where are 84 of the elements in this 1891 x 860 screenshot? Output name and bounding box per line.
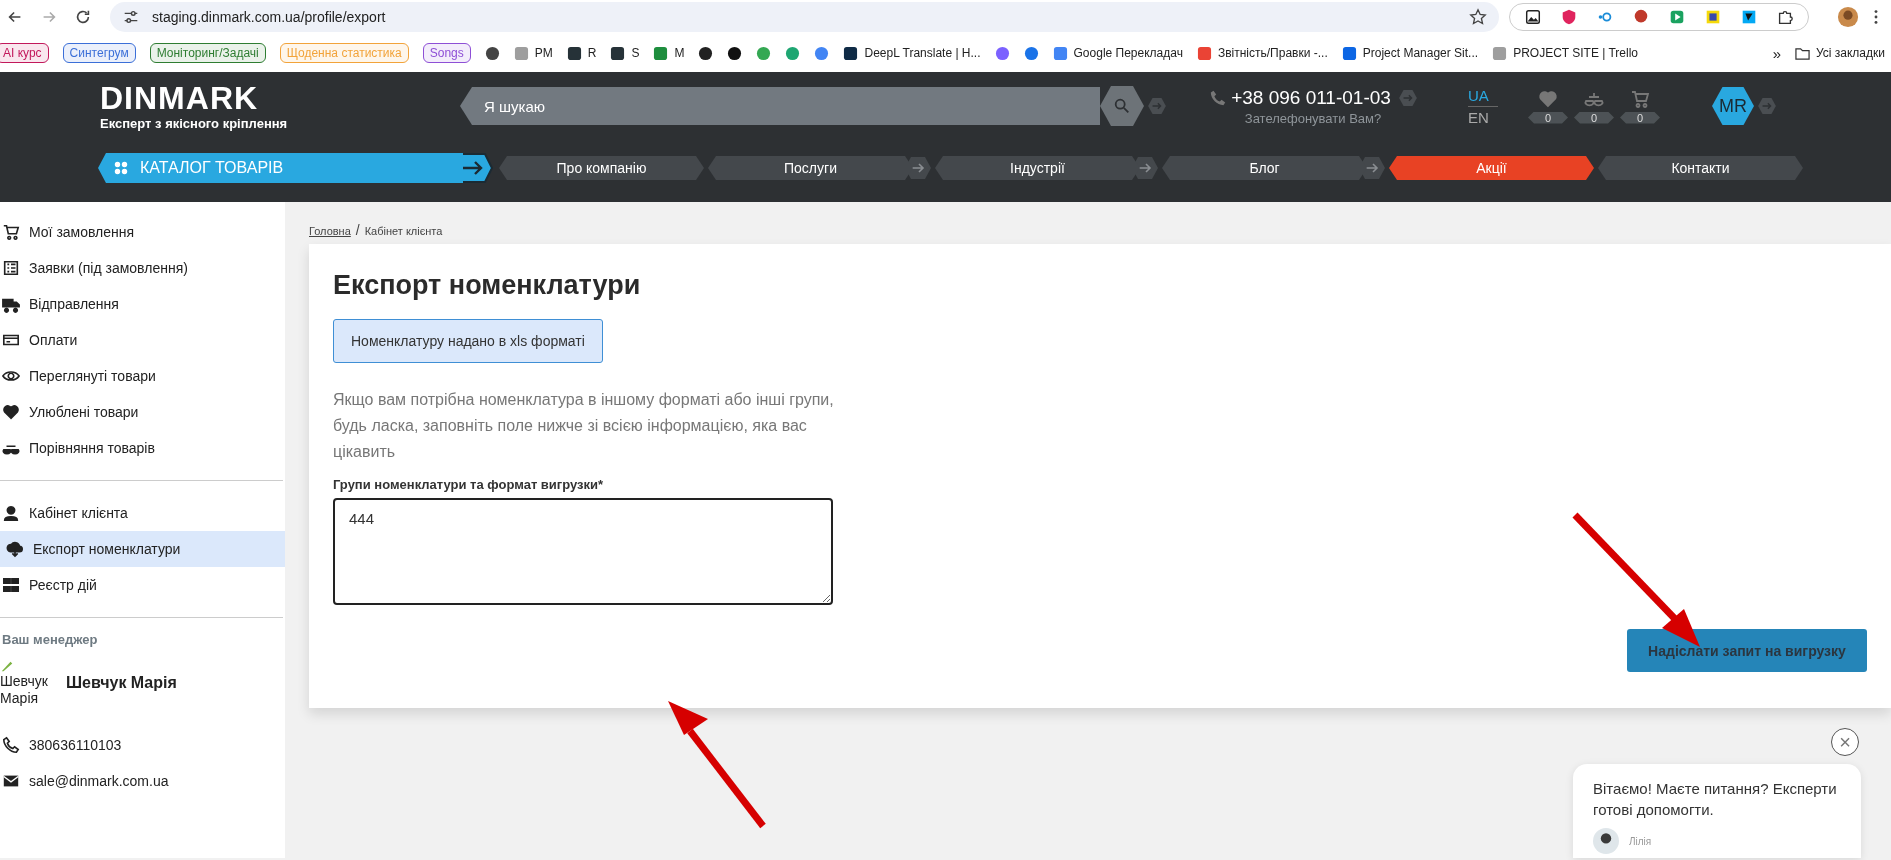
agent-name: Лілія [1629,835,1652,847]
sidebar-item[interactable]: Реєстр дій [0,567,285,603]
description-text: Якщо вам потрібна номенклатура в іншому форматі або інші групи, будь ласка, заповніть поле нижче зі всією інформацією, яка вас цікавить [333,390,835,462]
bookmark-link[interactable]: S [610,45,640,61]
bookmark-chip[interactable]: Songs [422,43,471,63]
play-icon[interactable] [1668,8,1686,26]
phone-icon [1209,88,1228,107]
cloud-icon [6,540,24,558]
user-icon [2,504,20,522]
site-settings-icon[interactable] [122,8,140,26]
address-bar[interactable]: staging.dinmark.com.ua/profile/export [110,2,1499,32]
bookmark-link[interactable]: Project Manager Sit... [1341,45,1479,61]
nav-item[interactable]: Про компанію [499,156,704,180]
counter-badge: 0 [1528,111,1568,124]
close-button[interactable]: × [1831,728,1859,756]
bookmark-chip[interactable]: Моніторинг/Задачі [149,43,266,63]
manager-email[interactable]: sale@dinmark.com.ua [0,762,285,799]
bookmark-icon[interactable] [698,45,714,61]
bookmark-link[interactable]: R [566,45,597,61]
broken-image-icon [0,659,14,673]
bookmark-link[interactable]: M [653,45,685,61]
bookmark-chip[interactable]: Синтегрум [62,43,136,63]
field-label: Групи номенклатури та формат вигрузки* [333,477,605,492]
sidebar-item[interactable]: Мої замовлення [0,214,285,250]
sidebar-item[interactable]: Оплати [0,322,285,358]
star-icon[interactable] [1469,8,1487,26]
breadcrumb-current: Кабінет клієнта [364,225,443,237]
chat-message: Вітаємо! Маєте питання? Експерти готові допомогти. [1593,779,1838,820]
nav-item[interactable]: Контакти [1598,156,1803,180]
logo[interactable]: DINMARK [100,81,460,114]
cart-icon [2,223,20,241]
bookmark-link[interactable]: PROJECT SITE | Trello [1492,45,1639,61]
puzzle-icon[interactable] [1776,8,1794,26]
reload-icon[interactable] [74,8,92,26]
search-icon [1113,97,1131,115]
search-button[interactable] [1100,86,1144,126]
sidebar-item[interactable]: Улюблені товари [0,394,285,430]
image-alt-text: Шевчук Марія [0,673,49,707]
bookmark-link[interactable]: DeepL Translate | Н... [843,45,981,61]
bookmark-link[interactable]: Google Перекладач [1052,45,1183,61]
search-field[interactable]: Я шукаю [460,87,1100,125]
bookmark-link[interactable]: PM [513,45,553,61]
bookmark-icon[interactable] [484,45,500,61]
sidebar-item[interactable]: Відправлення [0,286,285,322]
user-avatar[interactable]: MR [1712,87,1754,125]
image-icon[interactable] [1524,8,1542,26]
manager-phone[interactable]: 380636110103 [0,726,285,763]
heart-icon [2,403,20,421]
section-heading: Ваш менеджер [2,632,99,647]
bookmark-chip[interactable]: AI курс [0,43,49,63]
menu-icon[interactable] [1873,8,1879,26]
agent-avatar-icon [1593,828,1619,854]
bookmark-icon[interactable] [727,45,743,61]
breadcrumb-link[interactable]: Головна [309,225,351,237]
language-option[interactable]: UA [1468,84,1498,107]
cart-icon[interactable] [1629,88,1651,109]
counter-badge: 0 [1620,111,1660,124]
text-area[interactable]: 444 [333,498,833,605]
info-notice: Номенклатуру надано в xls форматі [333,319,603,363]
bookmark-link[interactable]: Звітність/Правки -... [1196,45,1328,61]
sidebar-item[interactable]: Переглянуті товари [0,358,285,394]
folder-icon [1795,45,1810,61]
manager-name: Шевчук Марія [66,673,177,692]
sidebar-item[interactable]: Кабінет клієнта [0,495,285,531]
all-bookmarks-folder[interactable]: Усі закладки [1795,45,1885,61]
list-icon [2,259,20,277]
grid-icon [114,161,128,175]
sidebar-item[interactable]: Порівняння товарів [0,430,285,466]
language-option[interactable]: EN [1468,106,1498,128]
nav-item[interactable]: Акції [1389,156,1594,180]
sidebar-item[interactable]: Заявки (під замовлення) [0,250,285,286]
logo-tagline: Експерт з якісного кріплення [100,115,289,131]
phone-number[interactable]: +38 096 011-01-03 [1231,86,1391,109]
counter-badge: 0 [1574,111,1614,124]
profile-avatar-icon[interactable] [1837,6,1859,28]
callback-link[interactable]: Зателефонувати Вам? [1244,110,1382,126]
heart-icon[interactable] [1537,88,1559,109]
square-icon[interactable] [1704,8,1722,26]
page-title: Експорт номенклатури [333,270,642,301]
phone-icon [2,735,20,754]
sidebar-item[interactable]: Експорт номенклатури [0,531,285,567]
more-bookmarks-button[interactable]: » [1772,44,1781,62]
shield-icon[interactable] [1560,8,1578,26]
breadcrumb-separator: / [355,222,360,238]
